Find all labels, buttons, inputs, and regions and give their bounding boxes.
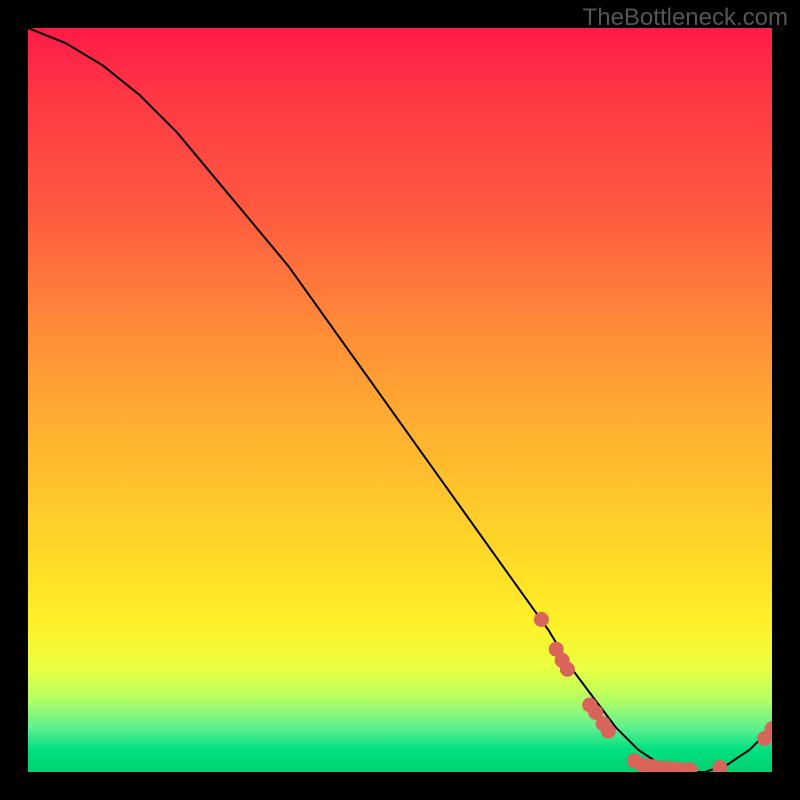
data-point-p7 — [596, 717, 610, 731]
chart-frame: TheBottleneck.com — [0, 0, 800, 800]
data-point-p17 — [683, 763, 697, 772]
chart-svg — [28, 28, 772, 772]
data-point-p13 — [653, 761, 667, 772]
data-point-p10 — [635, 758, 649, 772]
data-point-p11 — [641, 759, 655, 772]
data-point-p4 — [560, 662, 574, 676]
data-point-p15 — [668, 762, 682, 772]
data-point-p1 — [534, 613, 548, 627]
data-point-p18 — [713, 761, 727, 773]
data-point-p5 — [583, 698, 597, 712]
data-point-p6 — [589, 706, 603, 720]
data-point-p2 — [549, 642, 563, 656]
data-point-p9 — [627, 754, 641, 768]
data-point-p8 — [601, 724, 615, 738]
data-point-p19 — [758, 732, 772, 746]
watermark-text: TheBottleneck.com — [583, 4, 788, 32]
data-point-p20 — [765, 722, 772, 736]
data-point-p12 — [646, 760, 660, 772]
plot-area — [28, 28, 772, 772]
bottleneck-curve — [28, 28, 772, 772]
data-points — [534, 613, 772, 773]
data-point-p16 — [676, 763, 690, 772]
data-point-p14 — [661, 761, 675, 772]
data-point-p3 — [555, 653, 569, 667]
